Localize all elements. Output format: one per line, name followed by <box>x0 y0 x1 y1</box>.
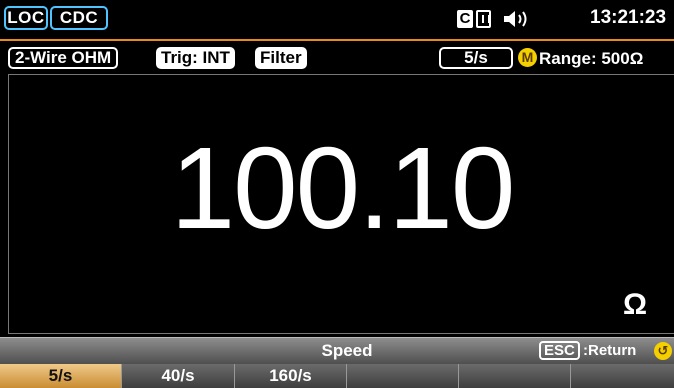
status-bar: LOC CDC C 13:21:23 <box>0 0 674 38</box>
measurement-mode: 2-Wire OHM <box>8 47 119 69</box>
esc-key[interactable]: ESC <box>539 341 580 360</box>
c-icon: C <box>457 10 473 28</box>
softkey-4[interactable] <box>347 364 459 388</box>
softkey-row: 5/s 40/s 160/s <box>0 364 674 388</box>
cdc-indicator: CDC <box>50 6 108 30</box>
filter-status: Filter <box>255 47 307 69</box>
softkey-5-per-s[interactable]: 5/s <box>0 364 122 388</box>
menu-title: Speed <box>321 341 373 360</box>
clock-time: 13:21:23 <box>590 7 667 28</box>
main-display: 100.10 Ω <box>8 74 674 334</box>
speaker-icon <box>504 11 527 27</box>
sample-rate: 5/s <box>439 47 513 69</box>
measurement-unit: Ω <box>623 288 648 321</box>
softkey-title-bar: Speed ESC :Return ↺ <box>0 337 674 364</box>
info-bar: 2-Wire OHM Trig: INT Filter 5/s M Range:… <box>0 39 674 71</box>
memory-icon <box>476 10 491 28</box>
trigger-status: Trig: INT <box>156 47 235 69</box>
measurement-reading: 100.10 <box>170 123 516 253</box>
return-icon: ↺ <box>654 342 672 360</box>
softkey-5[interactable] <box>459 364 571 388</box>
softkey-160-per-s[interactable]: 160/s <box>235 364 347 388</box>
loc-indicator: LOC <box>4 6 48 30</box>
m-icon: M <box>518 48 537 67</box>
range-value: Range: 500Ω <box>539 49 644 68</box>
esc-return-label: :Return <box>583 342 637 359</box>
softkey-6[interactable] <box>571 364 674 388</box>
dmm-screen: LOC CDC C 13:21:23 2-Wire OHM Trig: INT … <box>0 0 674 388</box>
softkey-40-per-s[interactable]: 40/s <box>122 364 235 388</box>
